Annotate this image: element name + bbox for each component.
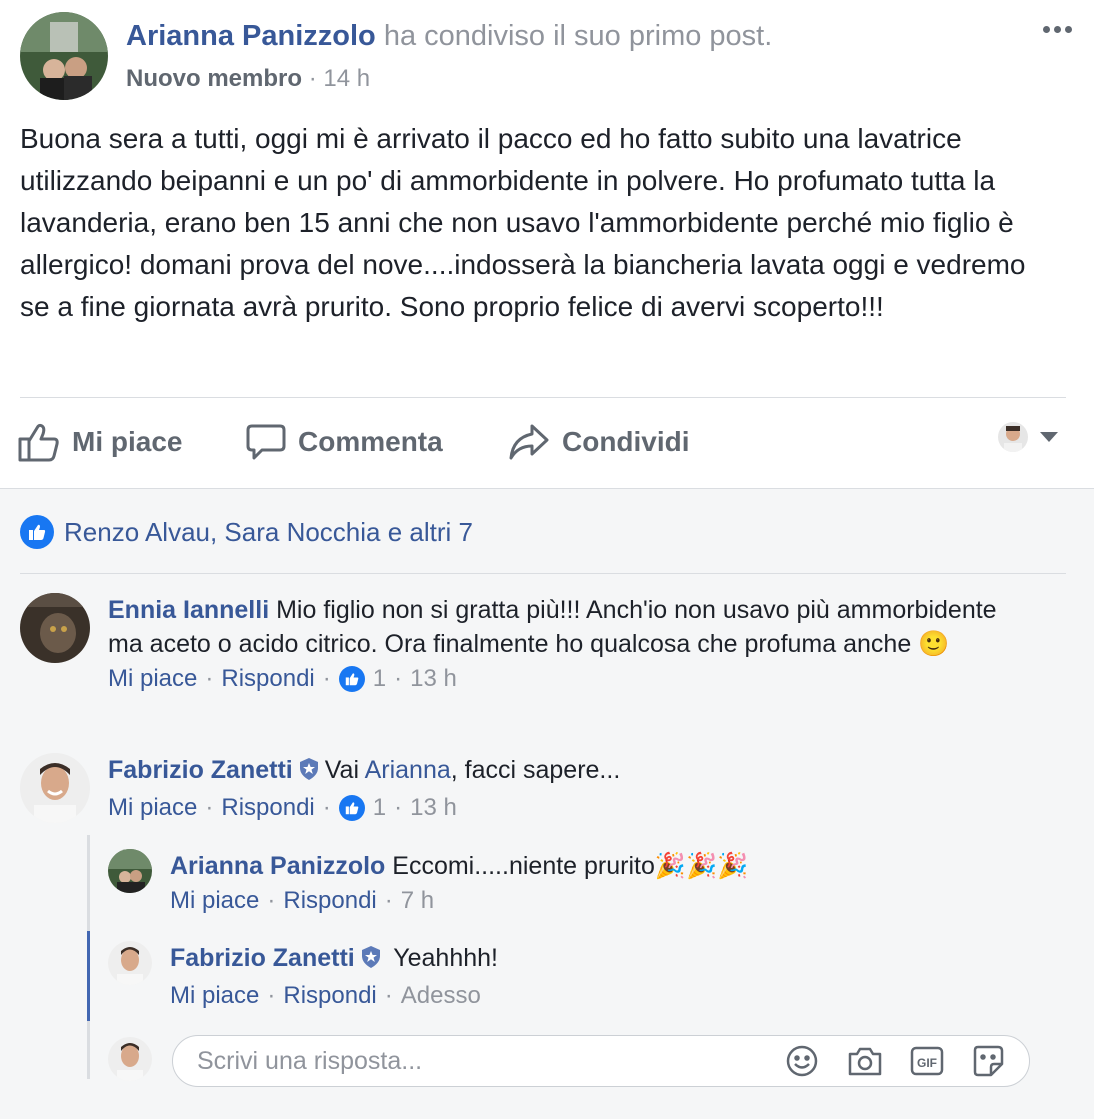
gif-icon[interactable]: GIF [909, 1044, 945, 1078]
comment-like-count: 1 [372, 665, 387, 692]
reactions-summary[interactable]: Renzo Alvau, Sara Nocchia e altri 7 [20, 515, 473, 549]
reply-composer: GIF [172, 1035, 1030, 1087]
reply-author-link[interactable]: Fabrizio Zanetti [170, 944, 355, 972]
post-body: Buona sera a tutti, oggi mi è arrivato i… [20, 123, 1026, 322]
comment-like-count: 1 [372, 794, 387, 821]
current-user-avatar [998, 422, 1028, 452]
meta-separator: · [205, 794, 214, 821]
member-role: Nuovo membro [126, 65, 303, 92]
meta-separator: · [308, 65, 317, 92]
dot-icon [1054, 26, 1061, 33]
comment-reply-button[interactable]: Rispondi [221, 794, 314, 822]
reply-author-avatar[interactable] [108, 941, 152, 985]
reply-author-link[interactable]: Arianna Panizzolo [170, 852, 385, 880]
smiley-emoji-icon: 🙂 [918, 630, 950, 658]
reply-body: Eccomi.....niente prurito [392, 852, 655, 880]
reply-text: Arianna Panizzolo Eccomi.....niente prur… [170, 849, 1050, 883]
like-reaction-icon[interactable] [338, 666, 365, 692]
comment-author-link[interactable]: Fabrizio Zanetti [108, 756, 293, 784]
comment-time[interactable]: 13 h [410, 665, 457, 693]
post-header: Arianna Panizzolo ha condiviso il suo pr… [20, 12, 1080, 102]
dot-icon [1065, 26, 1072, 33]
camera-icon[interactable] [847, 1044, 883, 1078]
like-label: Mi piace [72, 426, 183, 457]
comment-like-button[interactable]: Mi piace [108, 665, 197, 693]
meta-separator: · [322, 665, 331, 692]
reply: Arianna Panizzolo Eccomi.....niente prur… [170, 849, 1050, 915]
divider [20, 573, 1066, 574]
comment-meta: Mi piace · Rispondi · 1 · 13 h [108, 665, 1038, 693]
reply-reply-button[interactable]: Rispondi [283, 887, 376, 915]
emoji-icon[interactable] [785, 1044, 821, 1078]
comment: Fabrizio Zanetti Vai Arianna, facci saper… [108, 753, 1038, 822]
speech-bubble-icon [246, 422, 286, 462]
chevron-down-icon [1040, 432, 1058, 442]
author-avatar[interactable] [20, 12, 108, 100]
reply-text: Fabrizio Zanetti Yeahhhh! [170, 941, 1050, 978]
meta-separator: · [267, 887, 276, 914]
composer-tools: GIF [785, 1044, 1007, 1078]
comment-body-suffix: , facci sapere... [450, 756, 621, 784]
sticker-icon[interactable] [971, 1044, 1007, 1078]
comments-section: Renzo Alvau, Sara Nocchia e altri 7 Enni… [0, 488, 1094, 1119]
like-reaction-icon [20, 515, 54, 549]
share-arrow-icon [508, 422, 550, 462]
meta-separator: · [322, 794, 331, 821]
reply-like-button[interactable]: Mi piace [170, 887, 259, 915]
meta-separator: · [384, 887, 393, 914]
commenter-avatar[interactable] [20, 593, 90, 663]
meta-separator: · [384, 982, 393, 1009]
commenter-avatar[interactable] [20, 753, 90, 823]
comment-meta: Mi piace · Rispondi · 1 · 13 h [108, 794, 1038, 822]
reply-body: Yeahhhh! [393, 944, 498, 972]
author-name-link[interactable]: Arianna Panizzolo [126, 20, 376, 52]
comment-button[interactable]: Commenta [246, 412, 443, 472]
current-user-avatar [108, 1037, 152, 1081]
post-time[interactable]: 14 h [323, 65, 370, 92]
reply-reply-button[interactable]: Rispondi [283, 982, 376, 1010]
shield-badge-icon [359, 944, 383, 978]
post-action-text: ha condiviso il suo primo post. [383, 20, 773, 52]
comment-text: Fabrizio Zanetti Vai Arianna, facci saper… [108, 753, 1038, 790]
comment-time[interactable]: 13 h [410, 794, 457, 822]
post-meta: Nuovo membro · 14 h [126, 65, 370, 93]
header-title: Arianna Panizzolo ha condiviso il suo pr… [126, 20, 772, 53]
reply-input[interactable] [195, 1036, 759, 1086]
share-label: Condividi [562, 426, 690, 457]
like-button[interactable]: Mi piace [18, 412, 182, 472]
more-options-button[interactable] [1043, 26, 1072, 33]
divider [20, 397, 1066, 398]
comment-label: Commenta [298, 426, 443, 457]
comment-author-link[interactable]: Ennia Iannelli [108, 596, 269, 624]
reply-like-button[interactable]: Mi piace [170, 982, 259, 1010]
reply-meta: Mi piace · Rispondi · Adesso [170, 982, 1050, 1010]
meta-separator: · [394, 794, 403, 821]
mention-link[interactable]: Arianna [365, 756, 451, 784]
reply-time[interactable]: Adesso [401, 982, 481, 1010]
shield-badge-icon [297, 756, 321, 790]
party-popper-icon: 🎉🎉🎉 [654, 852, 749, 880]
share-button[interactable]: Condividi [508, 412, 690, 472]
reply-thread-highlight [87, 931, 90, 1021]
reaction-as-selector[interactable] [998, 422, 1058, 452]
post-action-bar: Mi piace Commenta Condividi [18, 412, 1078, 472]
comment-text: Ennia Iannelli Mio figlio non si gratta … [108, 593, 1038, 661]
reactions-text: Renzo Alvau, Sara Nocchia e altri 7 [64, 516, 473, 547]
comment-reply-button[interactable]: Rispondi [221, 665, 314, 693]
meta-separator: · [267, 982, 276, 1009]
meta-separator: · [394, 665, 403, 692]
meta-separator: · [205, 665, 214, 692]
dot-icon [1043, 26, 1050, 33]
reply-meta: Mi piace · Rispondi · 7 h [170, 887, 1050, 915]
reply: Fabrizio Zanetti Yeahhhh! Mi piace · Ris… [170, 941, 1050, 1010]
reply-time[interactable]: 7 h [401, 887, 434, 915]
reply-author-avatar[interactable] [108, 849, 152, 893]
like-reaction-icon[interactable] [338, 795, 365, 821]
svg-text:GIF: GIF [917, 1056, 937, 1070]
comment-like-button[interactable]: Mi piace [108, 794, 197, 822]
thumbs-up-icon [18, 422, 60, 462]
comment: Ennia Iannelli Mio figlio non si gratta … [108, 593, 1038, 693]
comment-body-prefix: Vai [324, 756, 365, 784]
